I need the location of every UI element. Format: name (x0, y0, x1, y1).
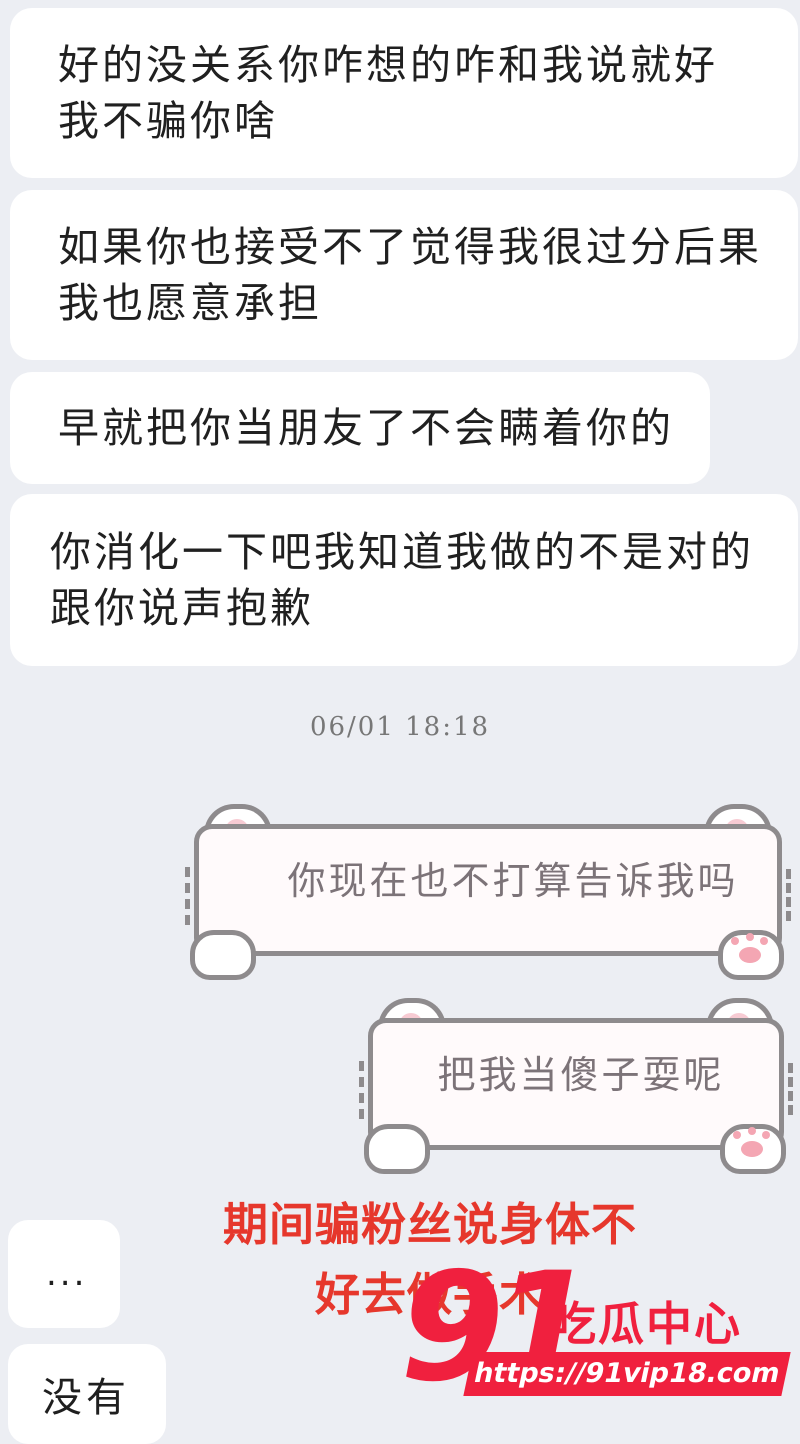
message-text: 好的没关系你咋想的咋和我说就好我不骗你啥 (58, 41, 718, 145)
message-text: 把我当傻子耍呢 (437, 1053, 725, 1097)
sent-message-1[interactable]: 你现在也不打算告诉我吗 (184, 804, 792, 980)
cat-paw-right (720, 1124, 786, 1174)
watermark-url: https://91vip18.com (463, 1352, 791, 1396)
received-message-2[interactable]: 如果你也接受不了觉得我很过分后果我也愿意承担 (10, 190, 798, 360)
message-text: 没有 (42, 1375, 130, 1421)
message-timestamp: 06/01 18:18 (309, 712, 491, 742)
message-text: 早就把你当朋友了不会瞒着你的 (58, 404, 674, 452)
received-message-3[interactable]: 早就把你当朋友了不会瞒着你的 (10, 372, 710, 484)
cat-paw-left (190, 930, 256, 980)
cat-paw-right (718, 930, 784, 980)
received-message-ellipsis[interactable]: ... (8, 1220, 120, 1328)
watermark-logo: 91 吃瓜中心 https://91vip18.com (400, 1248, 791, 1418)
message-text: 你现在也不打算告诉我吗 (287, 859, 739, 903)
message-text: ... (46, 1254, 88, 1294)
received-message-1[interactable]: 好的没关系你咋想的咋和我说就好我不骗你啥 (10, 8, 798, 178)
watermark-name: 吃瓜中心 (550, 1297, 742, 1351)
sent-message-2[interactable]: 把我当傻子耍呢 (358, 998, 794, 1174)
cat-paw-left (364, 1124, 430, 1174)
received-message-5[interactable]: 没有 (8, 1344, 166, 1444)
message-text: 你消化一下吧我知道我做的不是对的跟你说声抱歉 (50, 528, 754, 632)
message-text: 如果你也接受不了觉得我很过分后果我也愿意承担 (58, 223, 762, 327)
received-message-4[interactable]: 你消化一下吧我知道我做的不是对的跟你说声抱歉 (10, 494, 798, 666)
